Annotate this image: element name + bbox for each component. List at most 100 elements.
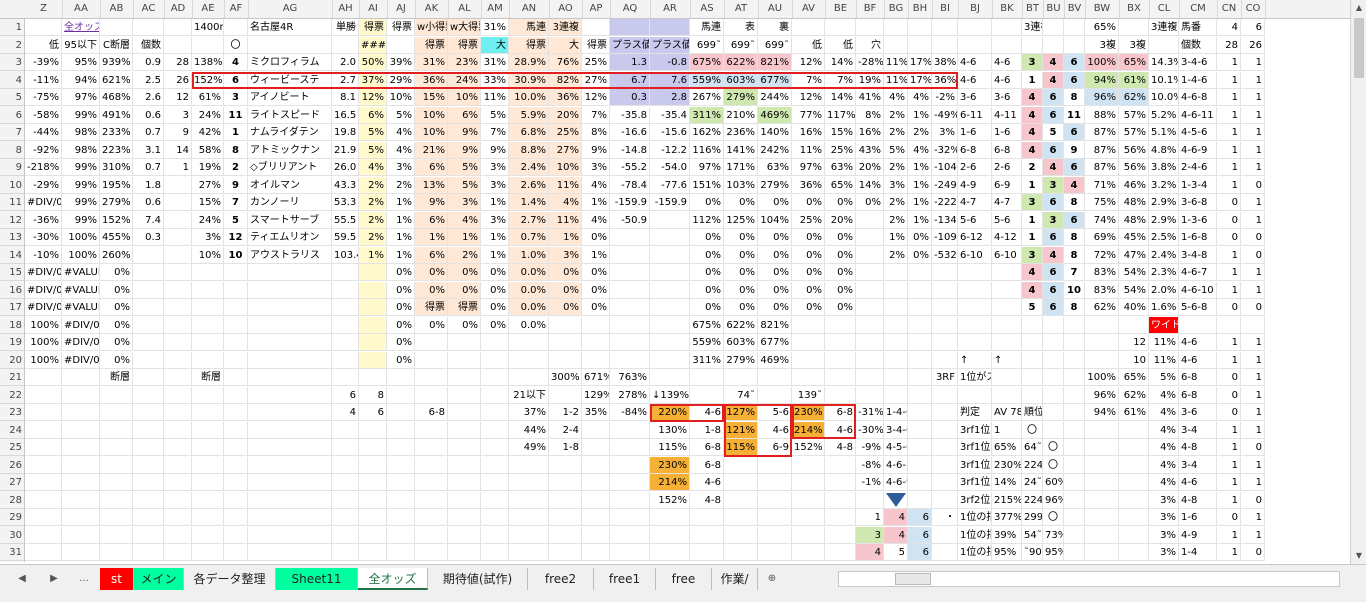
cell-ad24[interactable] (164, 421, 192, 439)
cell-ai11[interactable]: 2% (359, 194, 387, 211)
cell-bi10[interactable]: -249% (932, 176, 958, 194)
cell-au10[interactable]: 279% (758, 176, 792, 194)
cell-ag15[interactable] (248, 264, 332, 281)
cell-be25[interactable]: 4-8 (825, 439, 856, 456)
cell-bf12[interactable] (856, 211, 884, 229)
cell-ar17[interactable] (650, 299, 690, 316)
cell-bf14[interactable] (856, 246, 884, 264)
cell-bf21[interactable] (856, 369, 884, 386)
cell-cl17[interactable]: 1.6% (1149, 299, 1179, 316)
sheet-tab-2[interactable]: 各データ整理 (184, 568, 276, 590)
cell-ae21[interactable]: 断層 (192, 369, 224, 386)
cell-as5[interactable]: 267% (690, 89, 724, 106)
cell-aa25[interactable] (62, 439, 100, 456)
cell-cm4[interactable]: 1-4-6 (1179, 71, 1217, 89)
cell-bx10[interactable]: 46% (1119, 176, 1149, 194)
cell-ac13[interactable]: 0.3 (133, 229, 164, 246)
cell-av1[interactable] (792, 19, 825, 36)
cell-as7[interactable]: 162% (690, 124, 724, 141)
cell-aq27[interactable] (610, 474, 650, 491)
cell-ap17[interactable]: 0% (582, 299, 610, 316)
cell-bk24[interactable]: 1 (992, 421, 1022, 439)
cell-z1[interactable] (25, 19, 62, 36)
cell-ab11[interactable]: 279% (100, 194, 133, 211)
cell-as31[interactable] (690, 544, 724, 561)
cell-cl5[interactable]: 10.0% (1149, 89, 1179, 106)
cell-as18[interactable]: 675% (690, 316, 724, 334)
cell-ac22[interactable] (133, 386, 164, 404)
cell-bv10[interactable]: 4 (1064, 176, 1085, 194)
cell-cl18[interactable]: ワイド (1149, 316, 1179, 334)
cell-ac25[interactable] (133, 439, 164, 456)
cell-bi28[interactable] (932, 491, 958, 509)
cell-an6[interactable]: 5.9% (509, 106, 549, 124)
cell-aj29[interactable] (387, 509, 415, 526)
cell-cn20[interactable]: 1 (1217, 351, 1241, 369)
cell-ak17[interactable]: 得票 (415, 299, 448, 316)
cell-ad15[interactable] (164, 264, 192, 281)
cell-ai24[interactable] (359, 421, 387, 439)
cell-as15[interactable]: 0% (690, 264, 724, 281)
cell-bv25[interactable] (1064, 439, 1085, 456)
cell-bk30[interactable]: 39% (992, 526, 1022, 544)
cell-cm15[interactable]: 4-6-7 (1179, 264, 1217, 281)
cell-bf19[interactable] (856, 334, 884, 351)
cell-ao17[interactable]: 0% (549, 299, 582, 316)
cell-bx25[interactable] (1119, 439, 1149, 456)
cell-as4[interactable]: 559% (690, 71, 724, 89)
cell-bh17[interactable] (908, 299, 932, 316)
cell-at17[interactable]: 0% (724, 299, 758, 316)
cell-ab28[interactable] (100, 491, 133, 509)
cell-ar9[interactable]: -54.0 (650, 159, 690, 176)
cell-ak31[interactable] (415, 544, 448, 561)
cell-ac9[interactable]: 0.7 (133, 159, 164, 176)
cell-cn7[interactable]: 1 (1217, 124, 1241, 141)
cell-ao19[interactable] (549, 334, 582, 351)
cell-bx27[interactable] (1119, 474, 1149, 491)
cell-bh30[interactable]: 6 (908, 526, 932, 544)
cell-av9[interactable]: 97% (792, 159, 825, 176)
cell-bf28[interactable] (856, 491, 884, 509)
cell-cl20[interactable]: 11% (1149, 351, 1179, 369)
cell-co16[interactable]: 1 (1241, 281, 1265, 299)
cell-al6[interactable]: 6% (448, 106, 481, 124)
cell-ah29[interactable] (332, 509, 359, 526)
cell-am15[interactable]: 0% (481, 264, 509, 281)
cell-af19[interactable] (224, 334, 248, 351)
cell-ae16[interactable] (192, 281, 224, 299)
cell-an13[interactable]: 0.7% (509, 229, 549, 246)
cell-be21[interactable] (825, 369, 856, 386)
cell-am29[interactable] (481, 509, 509, 526)
cell-bt15[interactable]: 4 (1022, 264, 1043, 281)
cell-ap31[interactable] (582, 544, 610, 561)
cell-bw29[interactable] (1085, 509, 1119, 526)
cell-z8[interactable]: -92% (25, 141, 62, 159)
cell-bh1[interactable] (908, 19, 932, 36)
cell-aj6[interactable]: 5% (387, 106, 415, 124)
cell-bi29[interactable]: ・ (932, 509, 958, 526)
cell-ab10[interactable]: 195% (100, 176, 133, 194)
cell-ah5[interactable]: 8.1 (332, 89, 359, 106)
cell-av26[interactable] (792, 456, 825, 474)
cell-ad1[interactable] (164, 19, 192, 36)
cell-am27[interactable] (481, 474, 509, 491)
cell-ak23[interactable]: 6-8 (415, 404, 448, 421)
cell-bv31[interactable] (1064, 544, 1085, 561)
cell-ag1[interactable]: 名古屋4R (248, 19, 332, 36)
cell-at21[interactable] (724, 369, 758, 386)
cell-bt26[interactable]: 224˜ (1022, 456, 1043, 474)
row-header-30[interactable]: 30 (0, 527, 24, 544)
cell-bi5[interactable]: -2% (932, 89, 958, 106)
cell-ai8[interactable]: 5% (359, 141, 387, 159)
cell-aa17[interactable]: #VALUE! (62, 299, 100, 316)
row-header-10[interactable]: 10 (0, 177, 24, 194)
cell-bt9[interactable]: 2 (1022, 159, 1043, 176)
cell-aj15[interactable]: 0% (387, 264, 415, 281)
cell-bj16[interactable] (958, 281, 992, 299)
cell-af15[interactable] (224, 264, 248, 281)
cell-aj21[interactable] (387, 369, 415, 386)
cell-aj25[interactable] (387, 439, 415, 456)
cell-bf20[interactable] (856, 351, 884, 369)
cell-cn17[interactable]: 0 (1217, 299, 1241, 316)
cell-av8[interactable]: 11% (792, 141, 825, 159)
